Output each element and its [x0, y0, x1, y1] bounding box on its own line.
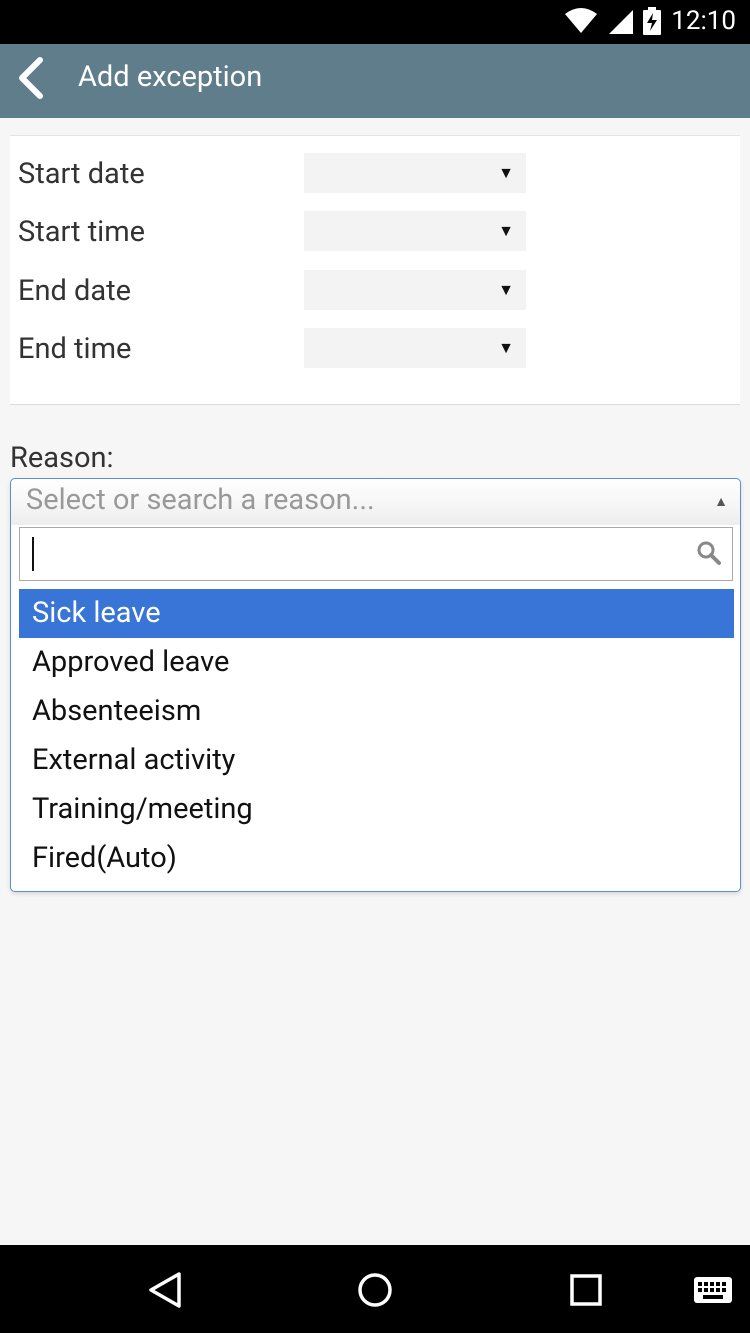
keyboard-switch-button[interactable]	[688, 1265, 738, 1315]
back-arrow-icon	[19, 57, 43, 99]
recents-icon	[570, 1274, 602, 1306]
wifi-icon	[565, 8, 598, 34]
status-bar: 12:10	[0, 0, 750, 44]
app-bar: Add exception	[0, 44, 750, 118]
end-date-row: End date ▼	[10, 270, 740, 316]
page-title: Add exception	[78, 60, 263, 94]
search-icon	[696, 540, 722, 570]
reason-placeholder: Select or search a reason...	[26, 483, 375, 517]
nav-recents-button[interactable]	[561, 1265, 611, 1315]
end-time-row: End time ▼	[10, 328, 740, 374]
status-time: 12:10	[671, 6, 736, 36]
reason-option-training-meeting[interactable]: Training/meeting	[19, 785, 734, 834]
reason-option-approved-leave[interactable]: Approved leave	[19, 638, 734, 687]
start-date-row: Start date ▼	[10, 153, 740, 199]
caret-down-icon: ▼	[498, 338, 514, 357]
signal-icon	[607, 8, 634, 34]
reason-dropdown: Select or search a reason... ▲ Sick leav…	[10, 478, 741, 892]
reason-option-absenteeism[interactable]: Absenteeism	[19, 687, 734, 736]
nav-back-button[interactable]	[140, 1265, 190, 1315]
reason-option-sick-leave[interactable]: Sick leave	[19, 589, 734, 638]
end-date-select[interactable]: ▼	[304, 270, 526, 310]
reason-select[interactable]: Select or search a reason... ▲	[11, 479, 740, 525]
reason-options-list: Sick leave Approved leave Absenteeism Ex…	[19, 589, 734, 883]
end-time-label: End time	[18, 332, 132, 366]
navigation-bar	[0, 1245, 750, 1333]
nav-home-button[interactable]	[350, 1265, 400, 1315]
keyboard-icon	[694, 1277, 732, 1303]
start-time-select[interactable]: ▼	[304, 211, 526, 251]
end-time-select[interactable]: ▼	[304, 328, 526, 368]
reason-option-external-activity[interactable]: External activity	[19, 736, 734, 785]
start-time-label: Start time	[18, 215, 146, 249]
back-button[interactable]	[12, 56, 62, 106]
end-date-label: End date	[18, 274, 132, 308]
caret-down-icon: ▼	[498, 221, 514, 240]
caret-up-icon: ▲	[714, 494, 728, 510]
start-time-row: Start time ▼	[10, 211, 740, 257]
start-date-label: Start date	[18, 157, 145, 191]
nav-back-icon	[149, 1272, 181, 1308]
caret-down-icon: ▼	[498, 163, 514, 182]
home-icon	[358, 1273, 392, 1307]
start-date-select[interactable]: ▼	[304, 153, 526, 193]
caret-down-icon: ▼	[498, 280, 514, 299]
battery-charging-icon	[643, 7, 662, 35]
reason-option-fired-auto[interactable]: Fired(Auto)	[19, 834, 734, 883]
reason-label: Reason:	[10, 441, 114, 475]
text-cursor	[32, 537, 34, 571]
date-time-form: Start date ▼ Start time ▼ End date ▼ End…	[10, 135, 740, 405]
reason-search-input[interactable]	[19, 527, 733, 581]
